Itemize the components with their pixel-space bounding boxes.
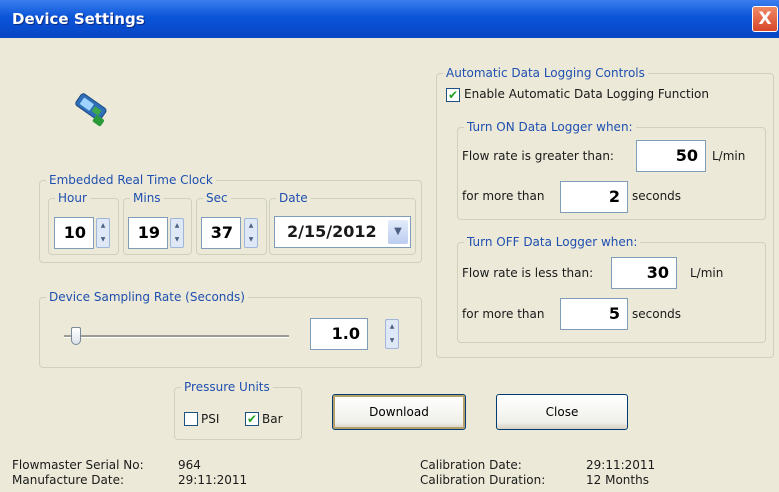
on-flow-field[interactable]: 50 xyxy=(636,140,706,172)
sampling-up-icon[interactable]: ▲ xyxy=(386,320,398,334)
sampling-down-icon[interactable]: ▼ xyxy=(386,334,398,348)
serial-value: 964 xyxy=(178,458,201,472)
sampling-rate-field[interactable]: 1.0 xyxy=(310,318,368,350)
hour-down-icon[interactable]: ▼ xyxy=(97,233,109,247)
chevron-down-icon[interactable]: ▼ xyxy=(388,220,408,244)
off-time-unit: seconds xyxy=(632,307,682,321)
date-label: Date xyxy=(279,191,308,205)
calibration-label: Calibration Date: xyxy=(420,458,522,472)
on-time-field[interactable]: 2 xyxy=(560,181,628,213)
clock-legend: Embedded Real Time Clock xyxy=(49,173,213,187)
manufacture-value: 29:11:2011 xyxy=(178,473,248,487)
sec-up-icon[interactable]: ▲ xyxy=(245,219,257,233)
hour-up-icon[interactable]: ▲ xyxy=(97,219,109,233)
manufacture-label: Manufacture Date: xyxy=(12,473,124,487)
on-flow-label: Flow rate is greater than: xyxy=(462,149,614,163)
mins-field[interactable]: 19 xyxy=(128,217,168,249)
bar-label: Bar xyxy=(262,412,283,426)
off-time-label: for more than xyxy=(462,307,545,321)
on-time-label: for more than xyxy=(462,189,545,203)
hour-field[interactable]: 10 xyxy=(54,217,94,249)
hour-spinner[interactable]: ▲ ▼ xyxy=(96,218,110,248)
on-flow-unit: L/min xyxy=(712,149,746,163)
off-flow-label: Flow rate is less than: xyxy=(462,266,594,280)
handheld-device-icon xyxy=(75,93,107,127)
off-flow-unit: L/min xyxy=(690,266,724,280)
mins-down-icon[interactable]: ▼ xyxy=(171,233,183,247)
mins-up-icon[interactable]: ▲ xyxy=(171,219,183,233)
calibration-value: 29:11:2011 xyxy=(586,458,656,472)
window-close-button[interactable]: X xyxy=(752,6,778,32)
mins-spinner[interactable]: ▲ ▼ xyxy=(170,218,184,248)
serial-label: Flowmaster Serial No: xyxy=(12,458,144,472)
pressure-units-group: Pressure Units xyxy=(174,380,302,440)
date-picker[interactable]: 2/15/2012 ▼ xyxy=(274,216,411,248)
enable-logging-label: Enable Automatic Data Logging Function xyxy=(464,87,709,101)
sampling-slider-track[interactable] xyxy=(64,335,289,338)
psi-label: PSI xyxy=(201,412,220,426)
mins-label: Mins xyxy=(133,191,161,205)
bar-checkbox[interactable]: ✔ xyxy=(245,412,259,426)
sampling-slider-thumb[interactable] xyxy=(70,327,81,345)
sec-down-icon[interactable]: ▼ xyxy=(245,233,257,247)
sec-label: Sec xyxy=(206,191,228,205)
turn-on-legend: Turn ON Data Logger when: xyxy=(467,120,633,134)
sec-field[interactable]: 37 xyxy=(201,217,241,249)
close-button[interactable]: Close xyxy=(496,394,628,430)
enable-logging-checkbox[interactable]: ✔ xyxy=(446,88,460,102)
off-time-field[interactable]: 5 xyxy=(560,298,628,330)
pressure-legend: Pressure Units xyxy=(184,380,270,394)
download-button[interactable]: Download xyxy=(332,394,466,430)
turn-off-legend: Turn OFF Data Logger when: xyxy=(467,235,638,249)
duration-label: Calibration Duration: xyxy=(420,473,546,487)
sec-spinner[interactable]: ▲ ▼ xyxy=(244,218,258,248)
date-value: 2/15/2012 xyxy=(287,222,377,241)
sampling-spinner[interactable]: ▲ ▼ xyxy=(385,319,399,349)
off-flow-field[interactable]: 30 xyxy=(611,257,677,289)
dialog-body: Embedded Real Time Clock Hour 10 ▲ ▼ Mins… xyxy=(4,38,775,488)
hour-label: Hour xyxy=(58,191,87,205)
logging-legend: Automatic Data Logging Controls xyxy=(446,66,645,80)
on-time-unit: seconds xyxy=(632,189,682,203)
duration-value: 12 Months xyxy=(586,473,649,487)
window-title: Device Settings xyxy=(12,10,145,28)
sampling-legend: Device Sampling Rate (Seconds) xyxy=(49,290,245,304)
title-bar[interactable]: Device Settings X xyxy=(0,0,779,38)
psi-checkbox[interactable] xyxy=(184,412,198,426)
